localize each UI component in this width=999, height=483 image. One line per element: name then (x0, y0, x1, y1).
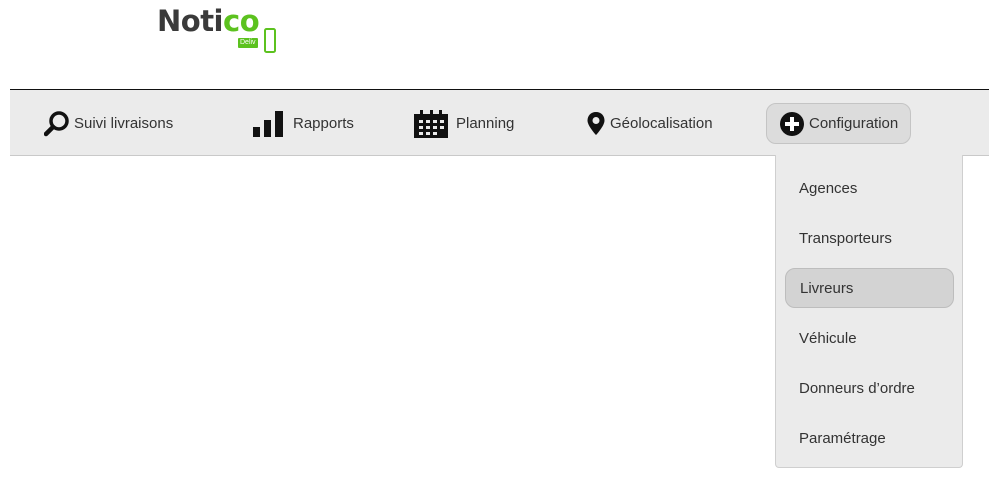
menu-item-vehicule[interactable]: Véhicule (785, 318, 954, 358)
nav-suivi-livraisons[interactable]: Suivi livraisons (44, 103, 173, 144)
menu-item-livreurs[interactable]: Livreurs (785, 268, 954, 308)
bar-chart-icon (251, 109, 289, 139)
nav-geolocalisation[interactable]: Géolocalisation (586, 103, 713, 144)
phone-icon (264, 28, 276, 53)
logo-text: Notico (157, 4, 260, 38)
logo[interactable]: Notico Deliv (157, 4, 297, 56)
nav-planning[interactable]: Planning (412, 103, 514, 144)
configuration-dropdown: Agences Transporteurs Livreurs Véhicule … (775, 155, 963, 468)
map-pin-icon (586, 111, 606, 137)
logo-text-dark: Noti (157, 4, 224, 38)
nav-label: Configuration (809, 115, 899, 132)
nav-rapports[interactable]: Rapports (251, 103, 354, 144)
nav-label: Rapports (293, 115, 354, 132)
logo-badge: Deliv (238, 38, 258, 48)
page: Notico Deliv Suivi livraisons Rapports P… (0, 0, 999, 483)
nav-label: Planning (456, 115, 515, 132)
nav-configuration[interactable]: Configuration (766, 103, 912, 144)
menu-item-transporteurs[interactable]: Transporteurs (785, 218, 954, 258)
menu-item-agences[interactable]: Agences (785, 168, 954, 208)
menu-item-parametrage[interactable]: Paramétrage (785, 418, 954, 458)
plus-circle-icon (779, 111, 805, 137)
logo-text-green: co (223, 4, 260, 38)
main-navbar: Suivi livraisons Rapports Planning Géolo… (10, 89, 989, 156)
search-icon (44, 110, 70, 137)
menu-item-donneurs-ordre[interactable]: Donneurs d’ordre (785, 368, 954, 408)
nav-label: Géolocalisation (610, 115, 713, 132)
nav-label: Suivi livraisons (74, 115, 174, 132)
calendar-icon (412, 108, 452, 140)
